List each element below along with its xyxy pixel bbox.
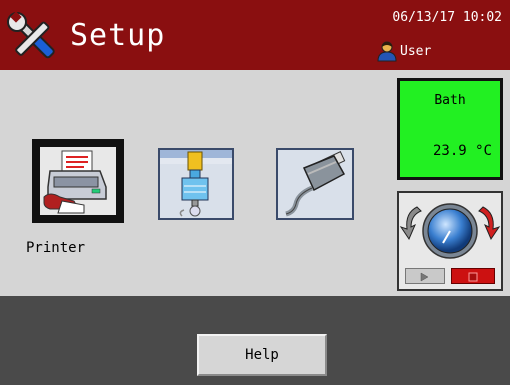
- printer-label: Printer: [26, 240, 86, 256]
- user-indicator[interactable]: User: [376, 40, 431, 62]
- tools-icon[interactable]: [6, 11, 60, 65]
- footer-bar: Help: [0, 296, 510, 385]
- valve-button[interactable]: [158, 148, 234, 220]
- user-icon: [377, 41, 397, 62]
- usb-button[interactable]: [276, 148, 354, 220]
- stop-button[interactable]: [451, 268, 495, 284]
- bath-title: Bath: [434, 93, 466, 108]
- pump-control-panel: [397, 191, 503, 291]
- header-bar: Setup 06/13/17 10:02 User: [0, 0, 510, 70]
- page-title: Setup: [70, 18, 166, 53]
- setup-panel: Printer Bath 23.9 °C: [0, 70, 510, 296]
- usb-cable-icon: [285, 151, 346, 217]
- play-button[interactable]: [405, 268, 445, 284]
- play-icon: [420, 272, 429, 282]
- bath-temperature: 23.9 °C: [432, 143, 492, 159]
- user-label: User: [400, 43, 432, 59]
- stop-icon: [468, 272, 478, 282]
- valve-flow-icon: [160, 150, 232, 217]
- help-button[interactable]: Help: [197, 334, 327, 376]
- printer-button[interactable]: [32, 139, 124, 223]
- pump-rotation-icon[interactable]: [399, 193, 501, 263]
- datetime-display: 06/13/17 10:02: [392, 10, 502, 25]
- bath-status-panel[interactable]: Bath 23.9 °C: [397, 78, 503, 180]
- printer-icon: [43, 150, 107, 214]
- printer-tile-face: [40, 147, 116, 215]
